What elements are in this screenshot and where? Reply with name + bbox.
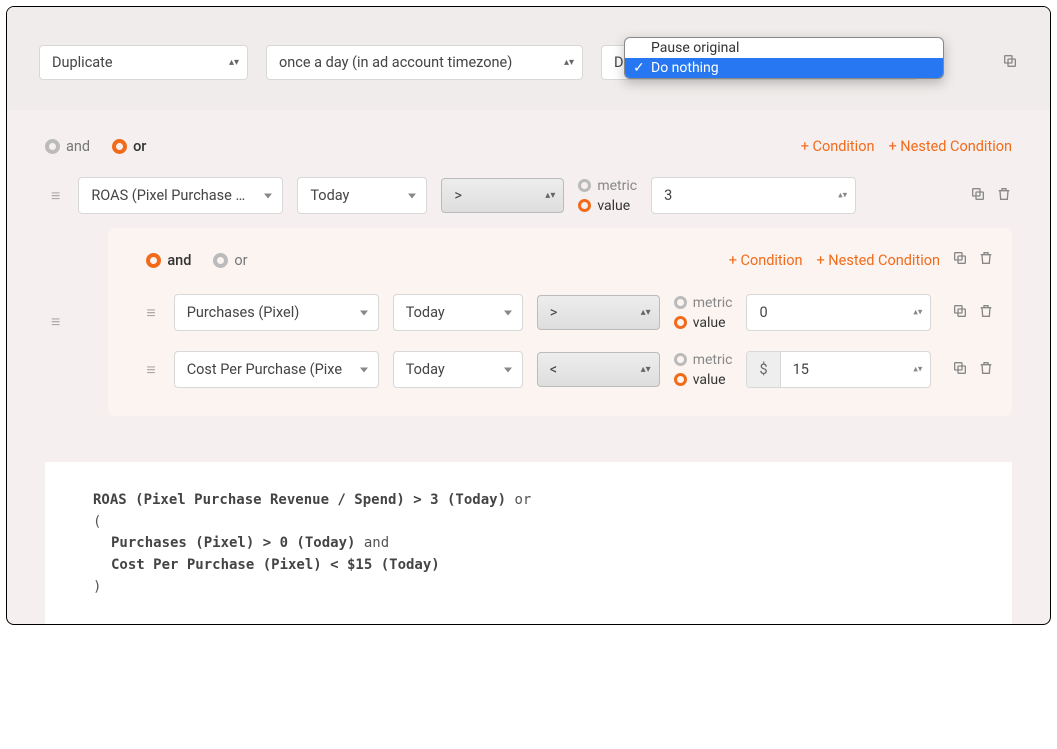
dropdown-option-do-nothing[interactable]: Do nothing [625,58,943,78]
chevron-down-icon [408,193,416,198]
chevron-down-icon [504,367,512,372]
conditions-area: and or + Condition + Nested Condition ≡ … [7,110,1050,436]
stepper-icon[interactable]: ▴▾ [913,366,922,373]
radio-icon [674,353,687,366]
add-nested-condition-button[interactable]: + Nested Condition [888,138,1012,155]
condition-row: ≡ ROAS (Pixel Purchase Reve Today >▴▾ me… [45,163,1012,228]
time-window-select[interactable]: Today [297,177,427,214]
compare-mode-value[interactable]: value [674,315,733,331]
drag-handle-icon[interactable]: ≡ [45,186,64,206]
delete-icon[interactable] [978,303,994,323]
nested-logic-or[interactable]: or [213,252,247,269]
radio-icon [674,296,687,309]
radio-icon [146,253,161,268]
copy-icon[interactable] [970,186,986,206]
add-nested-condition-button[interactable]: + Nested Condition [816,252,940,269]
add-condition-button[interactable]: + Condition [801,138,875,155]
nested-group: and or + Condition + Nested Condition ≡ [108,228,1012,416]
operator-select[interactable]: >▴▾ [537,295,660,330]
action-select-value: Duplicate [52,54,113,71]
delete-icon[interactable] [978,250,994,270]
compare-mode-metric[interactable]: metric [578,178,637,194]
condition-row: ≡ Purchases (Pixel) Today >▴▾ metric va [140,284,994,341]
chevron-down-icon [504,310,512,315]
copy-icon[interactable] [952,250,968,270]
chevron-updown-icon: ▴▾ [564,60,574,66]
metric-field-select[interactable]: ROAS (Pixel Purchase Reve [78,177,283,214]
outer-logic-or[interactable]: or [112,138,146,155]
top-toolbar: Duplicate ▴▾ once a day (in ad account t… [7,7,1050,110]
radio-icon [674,316,687,329]
chevron-down-icon [360,367,368,372]
delete-icon[interactable] [996,186,1012,206]
copy-icon[interactable] [1002,53,1018,73]
drag-handle-icon[interactable]: ≡ [45,312,64,332]
metric-field-select[interactable]: Cost Per Purchase (Pixe [174,351,379,388]
chevron-down-icon [360,310,368,315]
radio-icon [213,253,228,268]
condition-row: ≡ Cost Per Purchase (Pixe Today <▴▾ metr… [140,341,994,398]
value-input[interactable]: 0 ▴▾ [746,294,931,331]
operator-select[interactable]: <▴▾ [537,352,660,387]
radio-icon [45,139,60,154]
radio-icon [112,139,127,154]
metric-field-select[interactable]: Purchases (Pixel) [174,294,379,331]
nested-group-header: and or + Condition + Nested Condition [126,228,994,284]
stepper-icon[interactable]: ▴▾ [913,309,922,316]
radio-icon [674,373,687,386]
radio-icon [578,199,591,212]
chevron-down-icon [264,193,272,198]
copy-icon[interactable] [952,360,968,380]
dropdown-option-pause-original[interactable]: Pause original [625,38,943,58]
outer-logic-and[interactable]: and [45,138,90,155]
delete-icon[interactable] [978,360,994,380]
stepper-icon[interactable]: ▴▾ [838,192,847,199]
chevron-updown-icon: ▴▾ [545,193,555,199]
currency-prefix: $ [747,352,780,387]
radio-icon [578,179,591,192]
outer-group-header: and or + Condition + Nested Condition [45,130,1012,163]
value-input[interactable]: 3 ▴▾ [651,177,856,214]
compare-mode-value[interactable]: value [578,198,637,214]
value-input[interactable]: $ 15 ▴▾ [746,351,931,388]
rule-summary: ROAS (Pixel Purchase Revenue / Spend) > … [45,462,1012,624]
operator-select[interactable]: >▴▾ [441,178,564,213]
compare-mode-metric[interactable]: metric [674,352,733,368]
post-action-dropdown: Pause original Do nothing [624,37,944,79]
action-select[interactable]: Duplicate ▴▾ [39,45,248,80]
chevron-updown-icon: ▴▾ [641,367,651,373]
frequency-select-value: once a day (in ad account timezone) [279,54,512,71]
compare-mode-value[interactable]: value [674,372,733,388]
drag-handle-icon[interactable]: ≡ [140,360,159,380]
add-condition-button[interactable]: + Condition [729,252,803,269]
copy-icon[interactable] [952,303,968,323]
chevron-updown-icon: ▴▾ [641,310,651,316]
drag-handle-icon[interactable]: ≡ [140,303,159,323]
chevron-updown-icon: ▴▾ [229,60,239,66]
time-window-select[interactable]: Today [393,294,523,331]
time-window-select[interactable]: Today [393,351,523,388]
compare-mode-metric[interactable]: metric [674,295,733,311]
nested-logic-and[interactable]: and [146,252,191,269]
frequency-select[interactable]: once a day (in ad account timezone) ▴▾ [266,45,583,80]
